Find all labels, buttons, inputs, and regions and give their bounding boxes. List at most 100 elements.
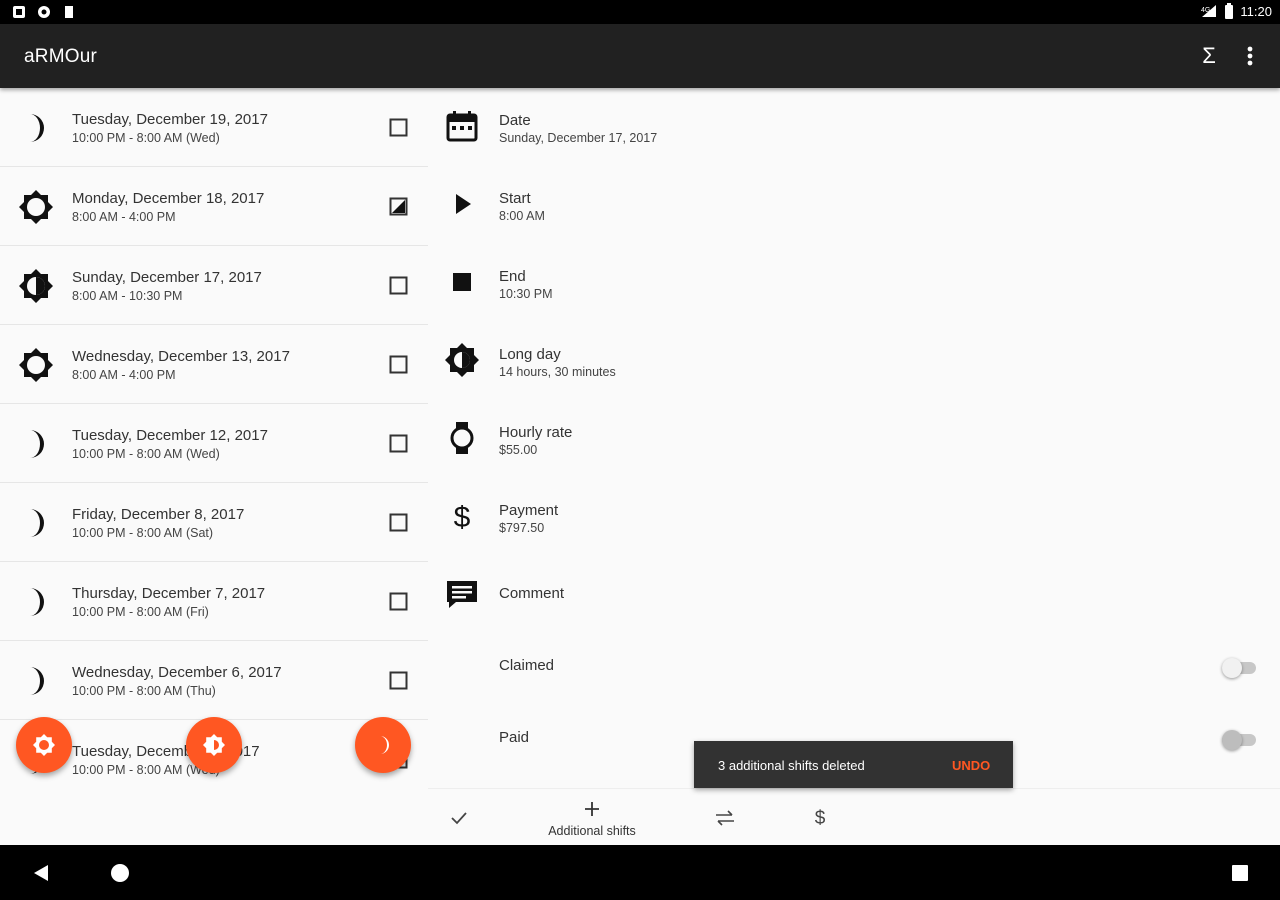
- notification-sync-icon: [38, 6, 50, 18]
- svg-text:$: $: [454, 501, 471, 534]
- claimed-toggle-thumb: [1222, 658, 1242, 678]
- recents-icon[interactable]: [1229, 862, 1251, 884]
- end-value: 10:30 PM: [499, 287, 553, 301]
- shift-checkbox[interactable]: [389, 118, 408, 137]
- shift-list-item[interactable]: Tuesday, December 12, 2017 10:00 PM - 8:0…: [0, 404, 428, 483]
- paid-toggle-thumb: [1222, 730, 1242, 750]
- app-title: aRMOur: [24, 46, 97, 67]
- moon-icon: [30, 430, 44, 458]
- shift-date: Friday, December 8, 2017: [72, 506, 245, 523]
- dollar-icon: $: [815, 808, 826, 829]
- dollar-icon: $: [454, 501, 471, 534]
- sun-icon: [19, 348, 53, 382]
- comment-icon: [447, 581, 477, 608]
- confirm-button[interactable]: [446, 789, 472, 846]
- detail-shift-type-row[interactable]: Long day 14 hours, 30 minutes: [428, 322, 1280, 400]
- hourly-rate-label: Hourly rate: [499, 424, 573, 441]
- svg-text:4G: 4G: [1201, 7, 1210, 14]
- svg-text:$: $: [815, 808, 826, 828]
- shift-time: 8:00 AM - 4:00 PM: [72, 368, 176, 382]
- calendar-icon: [446, 111, 478, 142]
- shift-list-item[interactable]: Tuesday, December 19, 2017 10:00 PM - 8:0…: [0, 88, 428, 167]
- shift-list-item[interactable]: Wednesday, December 6, 2017 10:00 PM - 8:…: [0, 641, 428, 720]
- overflow-menu-icon[interactable]: [1240, 42, 1260, 70]
- home-icon[interactable]: [109, 862, 131, 884]
- shift-list-item[interactable]: Friday, December 8, 2017 10:00 PM - 8:00 …: [0, 483, 428, 562]
- shift-time: 8:00 AM - 10:30 PM: [72, 289, 183, 303]
- swap-arrows-icon: [716, 810, 734, 826]
- shift-checkbox[interactable]: [389, 513, 408, 532]
- end-label: End: [499, 268, 526, 285]
- bottom-action-bar: Additional shifts $: [428, 788, 1280, 845]
- add-long-day-fab[interactable]: [186, 717, 242, 773]
- play-icon: [456, 194, 471, 214]
- claimed-toggle[interactable]: [1222, 656, 1256, 678]
- detail-comment-row[interactable]: Comment: [428, 556, 1280, 634]
- detail-date-row[interactable]: Date Sunday, December 17, 2017: [428, 88, 1280, 166]
- shift-time: 10:00 PM - 8:00 AM (Thu): [72, 684, 216, 698]
- payment-label: Payment: [499, 502, 559, 519]
- shift-time: 10:00 PM - 8:00 AM (Sat): [72, 526, 214, 540]
- shift-date: Sunday, December 17, 2017: [72, 269, 262, 286]
- signal-icon: 4G: [1201, 5, 1217, 17]
- half-sun-icon: [203, 734, 225, 756]
- sun-icon: [33, 734, 55, 756]
- payment-value: $797.50: [499, 521, 545, 535]
- shift-date: Wednesday, December 6, 2017: [72, 664, 282, 681]
- moon-icon: [380, 736, 389, 754]
- moon-icon: [30, 114, 44, 142]
- summary-sigma-icon[interactable]: Σ: [1196, 42, 1222, 70]
- shift-detail-pane: Date Sunday, December 17, 2017 Start 8:0…: [428, 88, 1280, 788]
- notification-sd-icon: [65, 6, 73, 18]
- snackbar: 3 additional shifts deleted UNDO: [694, 741, 1013, 788]
- shift-type-label: Long day: [499, 346, 561, 363]
- half-sun-icon: [445, 343, 479, 377]
- detail-payment-row: $ Payment $797.50: [428, 478, 1280, 556]
- add-night-shift-fab[interactable]: [355, 717, 411, 773]
- shift-checkbox[interactable]: [389, 197, 408, 216]
- shift-list-item[interactable]: Thursday, December 7, 2017 10:00 PM - 8:0…: [0, 562, 428, 641]
- undo-button[interactable]: UNDO: [952, 758, 990, 773]
- notification-app-icon: [13, 6, 25, 18]
- date-value: Sunday, December 17, 2017: [499, 131, 658, 145]
- moon-icon: [30, 667, 44, 695]
- shift-checkbox[interactable]: [389, 355, 408, 374]
- plus-icon: [585, 802, 599, 816]
- stop-icon: [453, 273, 471, 291]
- hourly-rate-value: $55.00: [499, 443, 538, 457]
- claimed-label: Claimed: [499, 657, 555, 674]
- shift-list: Tuesday, December 19, 2017 10:00 PM - 8:0…: [0, 88, 428, 788]
- detail-end-row[interactable]: End 10:30 PM: [428, 244, 1280, 322]
- shift-list-item[interactable]: Sunday, December 17, 2017 8:00 AM - 10:30…: [0, 246, 428, 325]
- detail-hourly-rate-row[interactable]: Hourly rate $55.00: [428, 400, 1280, 478]
- shift-date: Tuesday, December 19, 2017: [72, 111, 268, 128]
- half-sun-icon: [19, 269, 53, 303]
- status-time: 11:20: [1240, 3, 1272, 19]
- shift-checkbox[interactable]: [389, 276, 408, 295]
- check-icon: [451, 812, 467, 825]
- shift-time: 10:00 PM - 8:00 AM (Fri): [72, 605, 209, 619]
- start-value: 8:00 AM: [499, 209, 545, 223]
- shift-checkbox[interactable]: [389, 434, 408, 453]
- shift-checkbox[interactable]: [389, 592, 408, 611]
- moon-icon: [30, 509, 44, 537]
- shift-duration-value: 14 hours, 30 minutes: [499, 365, 616, 379]
- back-icon[interactable]: [30, 862, 52, 884]
- detail-claimed-row: Claimed: [428, 634, 1280, 706]
- payment-button[interactable]: $: [808, 789, 832, 846]
- paid-label: Paid: [499, 729, 530, 746]
- swap-button[interactable]: [712, 789, 738, 846]
- shift-list-item[interactable]: Monday, December 18, 2017 8:00 AM - 4:00 …: [0, 167, 428, 246]
- shift-time: 10:00 PM - 8:00 AM (Wed): [72, 447, 220, 461]
- shift-date: Wednesday, December 13, 2017: [72, 348, 290, 365]
- paid-toggle[interactable]: [1222, 728, 1256, 750]
- app-toolbar: aRMOur Σ: [0, 24, 1280, 88]
- shift-checkbox[interactable]: [389, 671, 408, 690]
- add-day-shift-fab[interactable]: [16, 717, 72, 773]
- detail-start-row[interactable]: Start 8:00 AM: [428, 166, 1280, 244]
- shift-list-item[interactable]: Wednesday, December 13, 2017 8:00 AM - 4:…: [0, 325, 428, 404]
- snackbar-message: 3 additional shifts deleted: [718, 758, 865, 773]
- shift-date: Thursday, December 7, 2017: [72, 585, 266, 602]
- start-label: Start: [499, 190, 531, 207]
- additional-shifts-button[interactable]: Additional shifts: [536, 789, 648, 846]
